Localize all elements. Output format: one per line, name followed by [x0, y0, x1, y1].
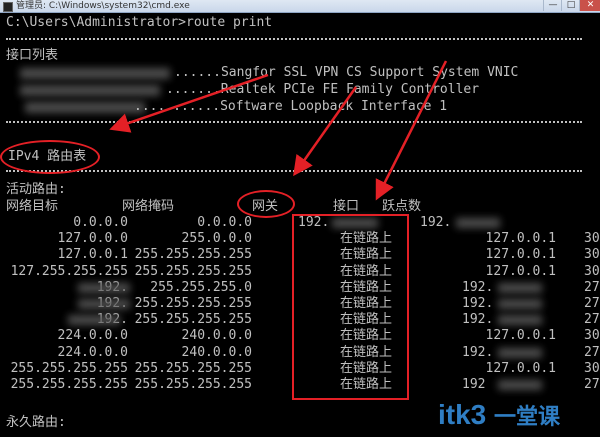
column-dest: 网络目标 — [6, 199, 59, 214]
route-mask: 255.255.255.0 — [150, 279, 252, 295]
route-interface: 127.0.0.1 — [485, 247, 556, 263]
redacted-region — [498, 315, 542, 326]
route-dest: 127.255.255.255 — [10, 263, 128, 279]
route-interface: 192. — [462, 312, 494, 328]
route-dest: 127.0.0.1 — [57, 247, 128, 263]
active-routes-header: 活动路由: — [6, 182, 66, 197]
route-dest: 255.255.255.255 — [10, 360, 128, 376]
gateway-column-highlight — [292, 214, 409, 400]
window-title: 管理员: C:\Windows\system32\cmd.exe — [16, 1, 190, 11]
interface-item: .......Realtek PCIe FE Family Controller — [166, 82, 480, 97]
maximize-button[interactable]: □ — [561, 0, 580, 11]
redacted-region — [20, 85, 160, 96]
interface-list-header: 接口列表 — [6, 48, 59, 63]
route-interface: 192. — [462, 296, 494, 311]
route-mask: 240.0.0.0 — [181, 328, 252, 344]
route-mask: 0.0.0.0 — [197, 215, 252, 230]
column-metric: 跃点数 — [382, 199, 422, 214]
route-mask: 255.255.255.255 — [134, 312, 252, 328]
route-metric: 306 — [584, 328, 600, 344]
route-mask: 255.255.255.255 — [134, 247, 252, 263]
route-interface: 127.0.0.1 — [485, 231, 556, 247]
redacted-region — [498, 299, 542, 309]
watermark-cjk: 一堂课 — [494, 404, 561, 429]
watermark-latin: itk3 — [438, 399, 487, 430]
route-metric: 276 — [584, 279, 600, 295]
gateway-highlight-ellipse — [237, 190, 295, 218]
route-dest: 224.0.0.0 — [57, 328, 128, 344]
redacted-region — [498, 380, 542, 390]
route-interface: 127.0.0.1 — [485, 263, 556, 279]
separator — [6, 38, 582, 40]
route-interface: 192 — [462, 377, 486, 392]
route-interface: 127.0.0.1 — [485, 328, 556, 344]
persistent-routes-header: 永久路由: — [6, 415, 66, 430]
route-dest: 0.0.0.0 — [73, 215, 128, 230]
route-mask: 255.255.255.255 — [134, 360, 252, 376]
redacted-region — [25, 102, 145, 113]
redacted-region — [456, 218, 500, 228]
route-interface: 192. — [420, 215, 452, 230]
route-dest: 127.0.0.0 — [57, 231, 128, 247]
route-mask: 255.255.255.255 — [134, 377, 252, 392]
cmd-app-icon — [3, 2, 13, 12]
route-interface: 192. — [462, 344, 494, 360]
route-dest: 224.0.0.0 — [57, 344, 128, 360]
route-metric: 276 — [584, 312, 600, 328]
route-metric: 306 — [584, 263, 600, 279]
redacted-region — [68, 315, 120, 326]
site-watermark: itk3 一堂课 — [438, 400, 560, 432]
route-mask: 255.255.255.255 — [134, 263, 252, 279]
route-mask: 240.0.0.0 — [181, 344, 252, 360]
route-metric: 306 — [584, 247, 600, 263]
redacted-region — [498, 282, 542, 293]
route-metric: 306 — [584, 231, 600, 247]
redacted-region — [20, 68, 170, 79]
minimize-button[interactable]: — — [543, 0, 562, 11]
route-metric: 276 — [584, 344, 600, 360]
route-interface: 127.0.0.1 — [485, 360, 556, 376]
route-mask: 255.255.255.255 — [134, 296, 252, 311]
redacted-region — [498, 347, 542, 358]
route-metric: 276 — [584, 377, 600, 392]
route-metric: 306 — [584, 360, 600, 376]
column-interface: 接口 — [333, 199, 360, 214]
interface-item: ...........Software Loopback Interface 1 — [134, 99, 448, 114]
redacted-region — [78, 282, 130, 293]
ipv4-highlight-ellipse — [0, 140, 100, 174]
route-mask: 255.0.0.0 — [181, 231, 252, 247]
interface-item: ......Sangfor SSL VPN CS Support System … — [174, 65, 519, 80]
column-mask: 网络掩码 — [122, 199, 175, 214]
redacted-region — [78, 299, 130, 309]
close-button[interactable]: ✕ — [579, 0, 600, 11]
separator — [6, 121, 582, 123]
route-interface: 192. — [462, 279, 494, 295]
route-dest: 255.255.255.255 — [10, 377, 128, 392]
command-line: C:\Users\Administrator>route print — [6, 15, 273, 30]
separator — [6, 170, 582, 172]
route-metric: 276 — [584, 296, 600, 311]
